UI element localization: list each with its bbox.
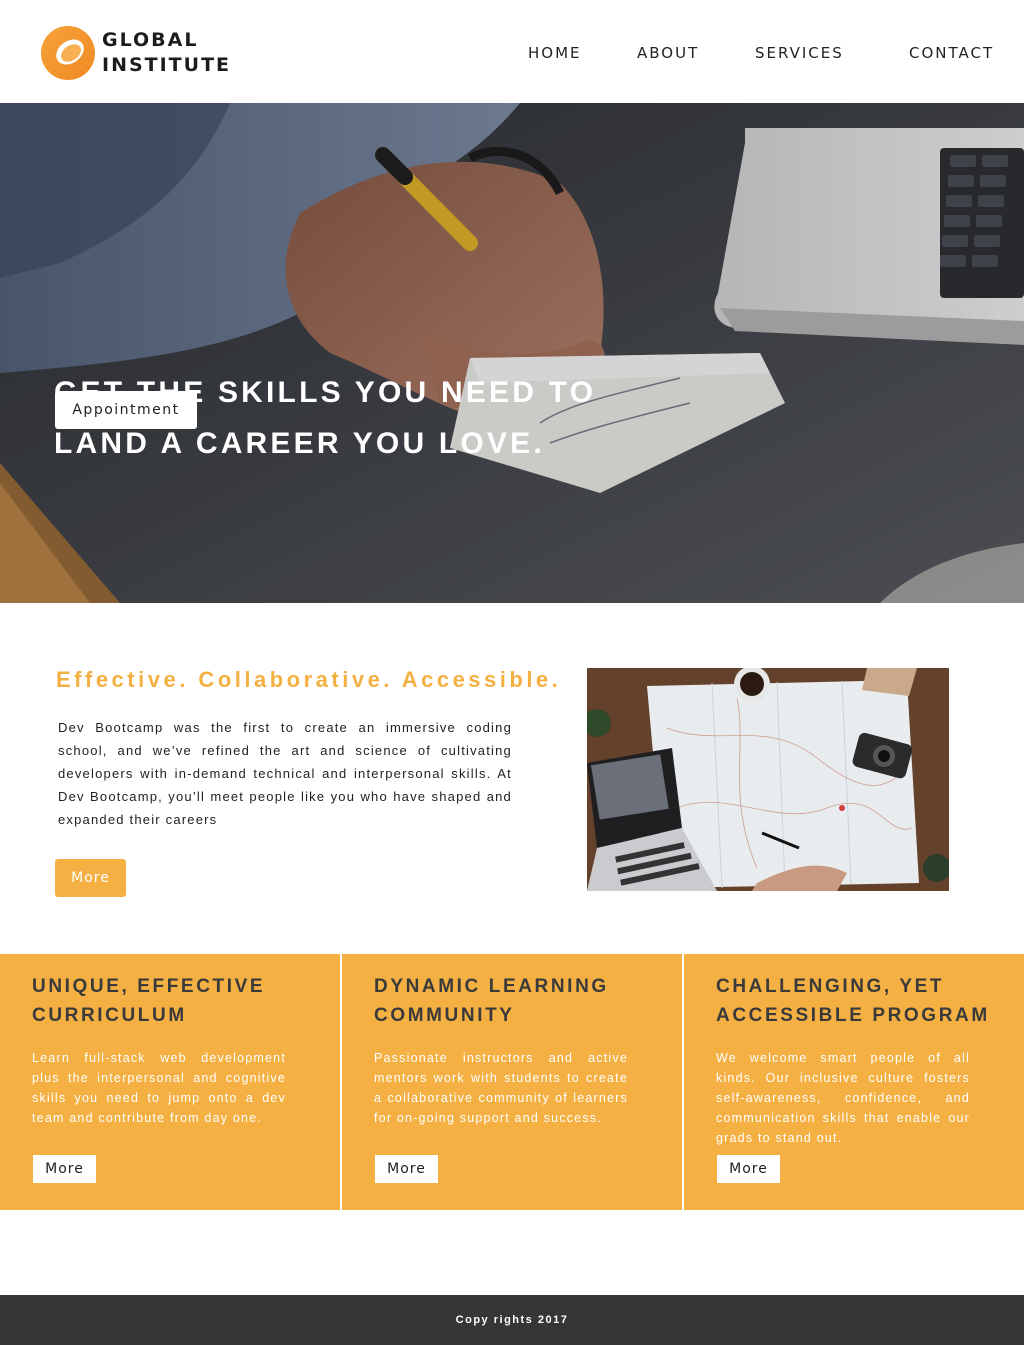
- feature-text: Learn full-stack web development plus th…: [32, 1051, 286, 1125]
- feature-text: Passionate instructors and active mentor…: [374, 1051, 628, 1125]
- feature-more-button[interactable]: More: [375, 1155, 438, 1183]
- map-and-laptop-image: [587, 668, 949, 891]
- nav-home-link[interactable]: HOME: [528, 44, 582, 62]
- feature-card-program: CHALLENGING, YET ACCESSIBLE PROGRAM We w…: [684, 954, 1024, 1210]
- feature-text: We welcome smart people of all kinds. Ou…: [716, 1051, 970, 1145]
- feature-more-button[interactable]: More: [717, 1155, 780, 1183]
- copyright-text: Copy rights 2017: [455, 1314, 569, 1326]
- feature-title: CHALLENGING, YET ACCESSIBLE PROGRAM: [716, 972, 1016, 1030]
- about-text: Dev Bootcamp was the first to create an …: [58, 720, 512, 827]
- feature-title-line-1: UNIQUE, EFFECTIVE: [32, 976, 266, 997]
- nav-services-link[interactable]: SERVICES: [755, 44, 844, 62]
- feature-title: UNIQUE, EFFECTIVE CURRICULUM: [32, 972, 332, 1030]
- nav-about-link[interactable]: ABOUT: [637, 44, 699, 62]
- feature-title-line-1: CHALLENGING, YET: [716, 976, 945, 997]
- site-header: GLOBAL INSTITUTE HOME ABOUT SERVICES CON…: [0, 0, 1024, 103]
- feature-card-curriculum: UNIQUE, EFFECTIVE CURRICULUM Learn full-…: [0, 954, 340, 1210]
- about-heading: Effective. Collaborative. Accessible.: [56, 667, 562, 692]
- feature-more-button[interactable]: More: [33, 1155, 96, 1183]
- hero-banner: GET THE SKILLS YOU NEED TO LAND A CAREER…: [0, 103, 1024, 603]
- about-more-button[interactable]: More: [55, 859, 126, 897]
- feature-title-line-2: ACCESSIBLE PROGRAM: [716, 1005, 990, 1026]
- site-footer: Copy rights 2017: [0, 1295, 1024, 1345]
- main-nav: HOME ABOUT SERVICES CONTACT: [0, 44, 1024, 64]
- features-section: UNIQUE, EFFECTIVE CURRICULUM Learn full-…: [0, 954, 1024, 1210]
- nav-contact-link[interactable]: CONTACT: [909, 44, 994, 62]
- feature-card-community: DYNAMIC LEARNING COMMUNITY Passionate in…: [342, 954, 682, 1210]
- feature-title-line-2: COMMUNITY: [374, 1005, 515, 1026]
- appointment-button[interactable]: Appointment: [55, 391, 197, 429]
- feature-title: DYNAMIC LEARNING COMMUNITY: [374, 972, 674, 1030]
- hero-photo-writing-at-desk: [0, 103, 1024, 603]
- feature-title-line-2: CURRICULUM: [32, 1005, 187, 1026]
- feature-title-line-1: DYNAMIC LEARNING: [374, 976, 609, 997]
